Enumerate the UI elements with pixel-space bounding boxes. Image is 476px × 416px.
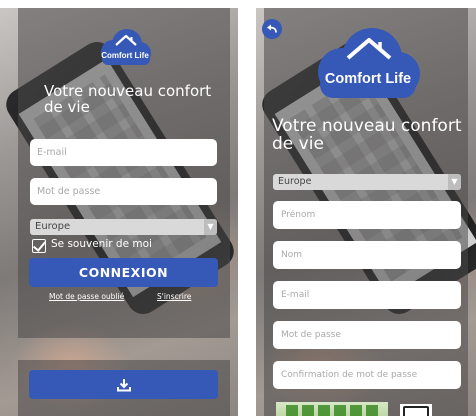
captcha-image xyxy=(276,402,388,416)
back-button[interactable] xyxy=(262,19,282,39)
remember-me-checkbox[interactable]: Se souvenir de moi xyxy=(32,237,202,255)
lastname-field[interactable] xyxy=(273,241,461,269)
remember-me-label: Se souvenir de moi xyxy=(51,238,152,250)
region-select-value: Europe xyxy=(278,176,312,187)
password-field[interactable] xyxy=(273,321,461,349)
confirm-password-field[interactable] xyxy=(273,361,461,389)
forgot-password-link[interactable]: Mot de passe oublié xyxy=(49,292,124,301)
tagline: Votre nouveau confort de vie xyxy=(272,116,462,154)
brand-logo: Comfort Life xyxy=(96,24,154,70)
email-field[interactable] xyxy=(273,281,461,309)
check-icon xyxy=(32,239,46,253)
cloud-house-icon xyxy=(101,29,151,65)
signup-link[interactable]: S'inscrire xyxy=(157,292,191,301)
password-field[interactable] xyxy=(30,178,217,205)
brand-name: Comfort Life xyxy=(324,71,412,87)
login-button[interactable]: CONNEXION xyxy=(29,258,218,287)
brand-name: Comfort Life xyxy=(101,51,149,60)
region-select[interactable]: Europe ▼ xyxy=(273,174,461,190)
region-select[interactable]: Europe ▼ xyxy=(30,219,217,235)
refresh-icon[interactable] xyxy=(400,404,432,416)
cloud-house-icon xyxy=(318,28,420,98)
tagline: Votre nouveau confort de vie xyxy=(44,82,212,116)
brand-logo: Comfort Life xyxy=(310,20,426,106)
download-icon xyxy=(116,378,131,391)
caret-down-icon: ▼ xyxy=(204,219,217,235)
back-arrow-icon xyxy=(267,24,277,33)
caret-down-icon: ▼ xyxy=(448,174,461,190)
download-button[interactable] xyxy=(29,370,218,399)
email-field[interactable] xyxy=(30,139,217,166)
firstname-field[interactable] xyxy=(273,201,461,229)
region-select-value: Europe xyxy=(35,221,71,232)
